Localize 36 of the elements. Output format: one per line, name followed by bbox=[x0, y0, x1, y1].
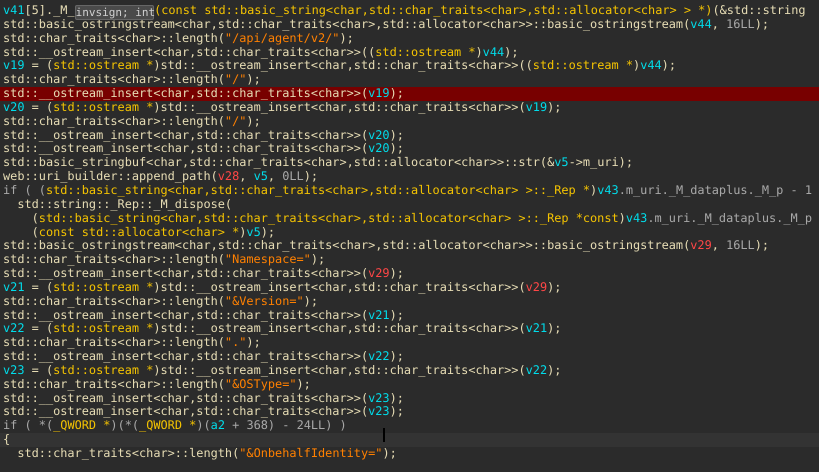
code-text: (std::basic_string<char,std::char_traits<char>,std::allocator<char> >::_Rep *const)v43.m_uri._M_dataplus._M_p bbox=[32, 212, 812, 226]
code-text: std::__ostream_insert<char,std::char_traits<char>>(v20); bbox=[3, 142, 404, 156]
code-text: (const std::allocator<char> *)v5); bbox=[30, 226, 276, 240]
code-text: std::char_traits<char>::length("&Version="); bbox=[3, 294, 318, 309]
tooltip: invsign; int bbox=[74, 5, 154, 20]
code-text: std::__ostream_insert<char,std::char_traits<char>>(v22); bbox=[3, 350, 404, 364]
code-text: std::char_traits<char>::length("/api/agent/v2/"); bbox=[3, 32, 354, 46]
code-text: std::basic_ostringstream<char,std::char_traits<char>,std::allocator<char>>::basic_ostringstream(v29, 16LL); bbox=[3, 239, 770, 254]
code-text: std::char_traits<char>::length("&OnbehalfIdentity="); bbox=[16, 447, 397, 461]
code-text: std::char_traits<char>::length("Namespace="); bbox=[3, 253, 326, 268]
code-text: v23 = (std::ostream *)std::__ostream_insert<char,std::char_traits<char>>(v22); bbox=[3, 364, 562, 378]
code-text: v19 = (std::ostream *)std::__ostream_insert<char,std::char_traits<char>>((std::ostream *)v44); bbox=[3, 59, 676, 74]
code-text: std::__ostream_insert<char,std::char_traits<char>>(v23); bbox=[3, 405, 404, 420]
code-text: (const std::basic_string<char,std::char_traits<char>,std::allocator<char> > *)(&std::string bbox=[154, 4, 806, 18]
code-text: std::__ostream_insert<char,std::char_traits<char>>(v20); bbox=[3, 128, 404, 142]
code-text: std::__ostream_insert<char,std::char_traits<char>>((std::ostream *)v44); bbox=[3, 46, 518, 60]
code-text: std::char_traits<char>::length("/"); bbox=[3, 114, 261, 129]
text-cursor bbox=[383, 428, 385, 442]
code-text: if ( (std::basic_string<char,std::char_traits<char>,std::allocator<char> >::_Rep *)v43.m_uri._M_dataplus._M_p - 1 bbox=[3, 184, 812, 198]
code-text: std::basic_stringbuf<char,std::char_traits<char>,std::allocator<char>>::str(&v5->m_uri); bbox=[3, 156, 633, 170]
code-text: web::uri_builder::append_path(v28, v5, 0LL); bbox=[3, 170, 318, 184]
code-text: v20 = (std::ostream *)std::__ostream_insert<char,std::char_traits<char>>(v19); bbox=[3, 100, 562, 115]
code-text: v22 = (std::ostream *)std::__ostream_insert<char,std::char_traits<char>>(v21); bbox=[3, 322, 562, 336]
code-text: std::char_traits<char>::length("/"); bbox=[3, 73, 261, 88]
code-text: v41[5]._M_ bbox=[3, 4, 75, 18]
code-text: { bbox=[3, 433, 10, 447]
code-text: std::__ostream_insert<char,std::char_traits<char>>(v29); bbox=[3, 267, 404, 281]
code-text: std::__ostream_insert<char,std::char_traits<char>>(v21); bbox=[3, 308, 404, 322]
code-text: std::__ostream_insert<char,std::char_traits<char>>(v19); bbox=[3, 87, 404, 101]
code-text: std::__ostream_insert<char,std::char_traits<char>>(v23); bbox=[3, 392, 404, 406]
code-text: std::basic_ostringstream<char,std::char_traits<char>,std::allocator<char>>::basic_ostringstream(v44, 16LL); bbox=[3, 18, 770, 32]
code-text: v21 = (std::ostream *)std::__ostream_insert<char,std::char_traits<char>>(v29); bbox=[3, 280, 562, 295]
code-text: std::string::_Rep::_M_dispose( bbox=[16, 198, 232, 212]
code-text: std::char_traits<char>::length("."); bbox=[3, 336, 261, 350]
code-text: if ( *(_QWORD *)(*(_QWORD *)(a2 + 368) - 24LL) ) bbox=[3, 419, 347, 434]
code-text: std::char_traits<char>::length("&OSType="); bbox=[3, 378, 311, 392]
